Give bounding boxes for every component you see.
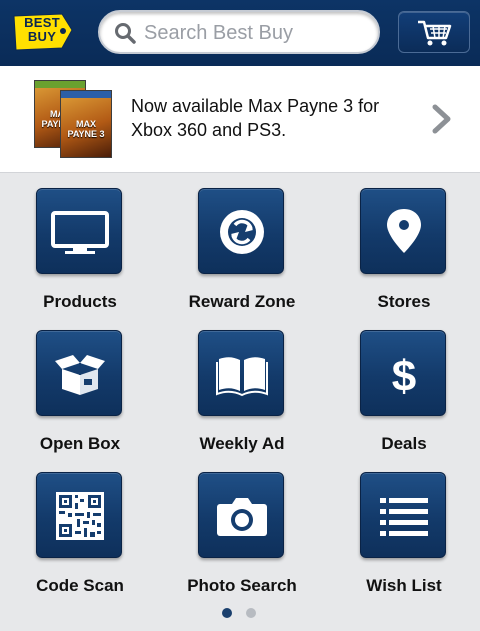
tile-code-scan[interactable]: Code Scan [0,472,162,612]
promo-banner[interactable]: MAX PAYNE 3 MAX PAYNE 3 Now available Ma… [0,66,480,173]
chevron-right-icon[interactable] [431,104,453,134]
tile-label: Deals [381,434,427,453]
page-dot-1[interactable] [222,608,232,618]
monitor-icon [51,211,109,254]
map-pin-icon [387,209,421,253]
tile-label: Code Scan [36,576,124,595]
game-cover-front: MAX PAYNE 3 [60,90,112,158]
camera-icon [217,498,267,536]
tile-label: Wish List [366,576,442,595]
header-bar: BEST BUY [0,0,480,66]
tile-label: Products [43,292,117,311]
list-icon [380,498,428,536]
qr-code-icon [56,492,104,540]
tile-label: Open Box [39,434,121,453]
promo-game-image: MAX PAYNE 3 MAX PAYNE 3 [34,80,116,158]
tile-label: Weekly Ad [199,434,285,453]
open-box-button[interactable] [36,330,122,416]
reward-zone-button[interactable] [198,188,284,274]
game-cover-title: MAX PAYNE 3 [67,119,105,139]
best-buy-logo[interactable]: BEST BUY [12,12,74,52]
deals-button[interactable]: $ [360,330,446,416]
cart-icon [418,20,452,46]
search-icon [115,23,136,44]
tile-label: Stores [377,292,431,311]
stores-button[interactable] [360,188,446,274]
tile-deals[interactable]: $ Deals [324,330,480,470]
weekly-ad-button[interactable] [198,330,284,416]
svg-text:$: $ [392,352,416,401]
products-button[interactable] [36,188,122,274]
code-scan-button[interactable] [36,472,122,558]
page-dot-2[interactable] [246,608,256,618]
promo-text: Now available Max Payne 3 for Xbox 360 a… [131,96,380,140]
tile-label: Photo Search [187,576,297,595]
book-icon [216,357,268,397]
cart-button[interactable] [398,11,470,53]
search-input[interactable] [144,20,369,46]
tile-wish-list[interactable]: Wish List [324,472,480,612]
tile-label: Reward Zone [188,292,296,311]
search-box[interactable] [98,10,380,54]
wish-list-button[interactable] [360,472,446,558]
tile-reward-zone[interactable]: Reward Zone [162,188,324,328]
tile-photo-search[interactable]: Photo Search [162,472,324,612]
tile-weekly-ad[interactable]: Weekly Ad [162,330,324,470]
open-box-icon [55,355,105,395]
tile-products[interactable]: Products [0,188,162,328]
photo-search-button[interactable] [198,472,284,558]
logo-text: BEST BUY [24,15,60,44]
dollar-icon: $ [392,352,416,401]
tile-open-box[interactable]: Open Box [0,330,162,470]
refresh-icon [220,210,264,254]
tile-stores[interactable]: Stores [324,188,480,328]
page-indicator[interactable] [222,608,262,620]
